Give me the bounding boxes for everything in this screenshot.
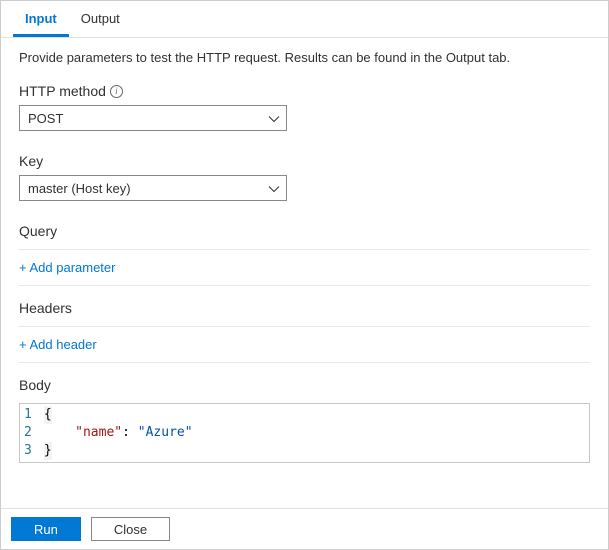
tab-bar: Input Output bbox=[1, 1, 608, 38]
body-editor[interactable]: 1 2 3 { "name": "Azure" } bbox=[19, 403, 590, 463]
query-label: Query bbox=[19, 223, 590, 239]
editor-code[interactable]: { "name": "Azure" } bbox=[40, 404, 589, 462]
chevron-down-icon bbox=[268, 113, 278, 123]
line-number: 2 bbox=[24, 424, 32, 442]
key-label-row: Key bbox=[19, 153, 590, 169]
footer: Run Close bbox=[1, 508, 608, 549]
tab-content: Provide parameters to test the HTTP requ… bbox=[1, 38, 608, 508]
divider bbox=[19, 362, 590, 363]
key-field: Key master (Host key) bbox=[19, 153, 590, 201]
test-panel: Input Output Provide parameters to test … bbox=[0, 0, 609, 550]
editor-gutter: 1 2 3 bbox=[20, 404, 40, 462]
divider bbox=[19, 326, 590, 327]
http-method-label-row: HTTP method i bbox=[19, 83, 590, 99]
json-value: "Azure" bbox=[138, 425, 193, 440]
headers-section: Headers + Add header bbox=[19, 300, 590, 363]
run-button[interactable]: Run bbox=[11, 517, 81, 541]
headers-label: Headers bbox=[19, 300, 590, 316]
brace-close: } bbox=[44, 442, 52, 460]
key-value: master (Host key) bbox=[28, 181, 131, 196]
tab-output[interactable]: Output bbox=[69, 1, 132, 37]
brace-open: { bbox=[44, 406, 52, 424]
add-header-link[interactable]: + Add header bbox=[19, 337, 97, 352]
http-method-select[interactable]: POST bbox=[19, 105, 287, 131]
body-label: Body bbox=[19, 377, 590, 393]
description-text: Provide parameters to test the HTTP requ… bbox=[19, 50, 590, 65]
key-select[interactable]: master (Host key) bbox=[19, 175, 287, 201]
http-method-value: POST bbox=[28, 111, 63, 126]
body-section: Body 1 2 3 { "name": "Azure" } bbox=[19, 377, 590, 463]
close-button[interactable]: Close bbox=[91, 517, 170, 541]
chevron-down-icon bbox=[268, 183, 278, 193]
add-parameter-link[interactable]: + Add parameter bbox=[19, 260, 115, 275]
json-key: "name" bbox=[75, 425, 122, 440]
http-method-field: HTTP method i POST bbox=[19, 83, 590, 131]
query-section: Query + Add parameter bbox=[19, 223, 590, 286]
info-icon[interactable]: i bbox=[110, 85, 123, 98]
tab-input[interactable]: Input bbox=[13, 1, 69, 37]
http-method-label: HTTP method bbox=[19, 83, 106, 99]
key-label: Key bbox=[19, 153, 43, 169]
line-number: 1 bbox=[24, 406, 32, 424]
divider bbox=[19, 285, 590, 286]
json-colon: : bbox=[122, 425, 138, 440]
line-number: 3 bbox=[24, 442, 32, 460]
divider bbox=[19, 249, 590, 250]
